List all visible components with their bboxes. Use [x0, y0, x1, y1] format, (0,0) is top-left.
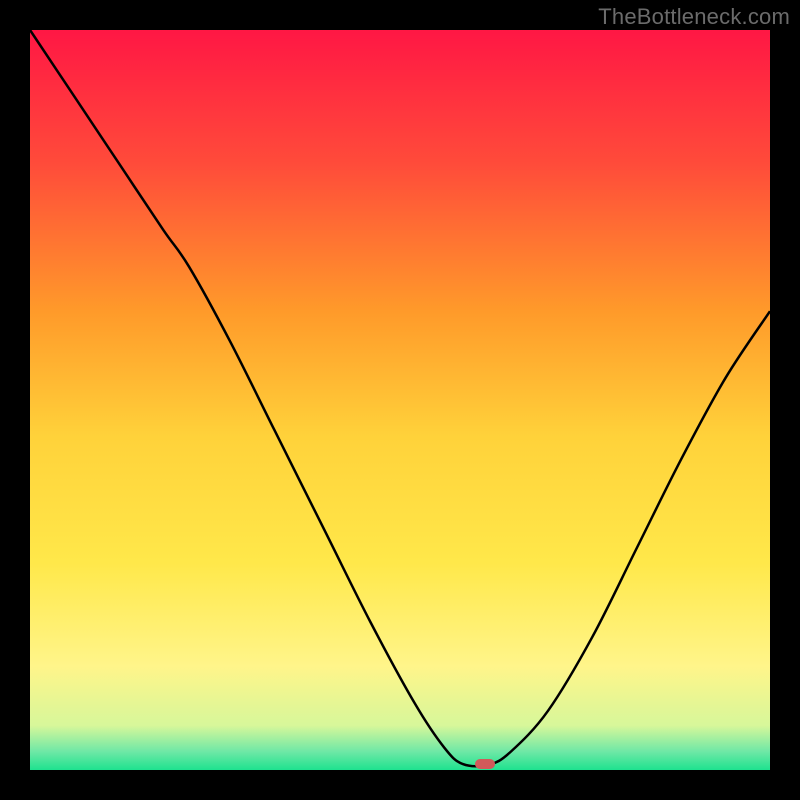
attribution-text: TheBottleneck.com — [598, 4, 790, 30]
plot-area — [30, 30, 770, 770]
curve-path — [30, 30, 770, 766]
chart-frame: TheBottleneck.com — [0, 0, 800, 800]
bottleneck-curve — [30, 30, 770, 770]
optimum-marker — [475, 759, 495, 769]
